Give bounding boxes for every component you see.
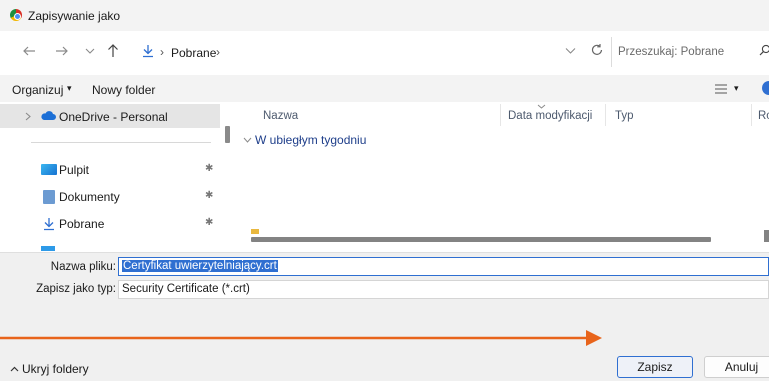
search-icon[interactable] <box>759 44 769 56</box>
organize-chevron-down-icon[interactable]: ▾ <box>67 83 72 94</box>
view-options-chevron-icon[interactable]: ▾ <box>734 83 739 94</box>
save-button[interactable]: Zapisz <box>617 356 693 378</box>
annotation-arrow <box>0 330 602 346</box>
group-collapse-chevron-icon[interactable] <box>243 137 252 143</box>
filetype-label: Zapisz jako typ: <box>36 283 116 295</box>
sort-chevron-icon <box>537 104 546 109</box>
sidebar-label-pulpit: Pulpit <box>59 163 90 177</box>
documents-icon <box>43 190 55 204</box>
partial-folder-icon <box>251 229 259 234</box>
expand-chevron-icon[interactable] <box>25 112 31 121</box>
partial-sidebar-icon <box>41 246 55 251</box>
filename-value[interactable]: Certyfikat uwierzytelniający.crt <box>122 260 278 272</box>
new-folder-button[interactable]: Nowy folder <box>92 83 155 97</box>
breadcrumb-separator-trailing[interactable]: › <box>216 45 220 59</box>
download-location-icon <box>143 45 153 58</box>
hide-folders-button[interactable]: Ukryj foldery <box>22 362 89 376</box>
horizontal-scrollbar-thumb[interactable] <box>251 237 711 242</box>
column-divider <box>605 104 606 126</box>
sidebar-item-pobrane[interactable] <box>0 211 220 235</box>
chevron-up-icon[interactable] <box>10 366 19 372</box>
sidebar-scrollbar-thumb[interactable] <box>225 126 230 143</box>
refresh-icon[interactable] <box>590 43 604 57</box>
sidebar-label-dokumenty: Dokumenty <box>59 190 120 204</box>
recent-locations-chevron-icon[interactable] <box>85 47 95 55</box>
breadcrumb-separator: › <box>160 45 164 59</box>
filename-label: Nazwa pliku: <box>50 261 116 273</box>
sidebar-item-pulpit[interactable] <box>0 157 220 181</box>
column-header-size[interactable]: Ro <box>758 110 769 122</box>
column-header-modified[interactable]: Data modyfikacji <box>508 110 592 122</box>
help-icon[interactable] <box>762 81 769 95</box>
breadcrumb-pobrane[interactable]: Pobrane <box>171 46 216 60</box>
window-title: Zapisywanie jako <box>28 9 121 23</box>
organize-menu-button[interactable]: Organizuj <box>12 83 63 97</box>
desktop-icon <box>41 164 57 175</box>
download-icon <box>44 218 54 231</box>
up-arrow-icon[interactable] <box>107 43 119 58</box>
view-options-icon[interactable] <box>715 84 727 94</box>
vertical-scrollbar-thumb[interactable] <box>764 230 769 242</box>
pin-icon: ✱ <box>205 163 214 174</box>
filetype-value[interactable]: Security Certificate (*.crt) <box>122 283 250 295</box>
sidebar-label-onedrive: OneDrive - Personal <box>59 110 168 124</box>
sidebar-label-pobrane: Pobrane <box>59 217 105 231</box>
chrome-app-icon <box>10 9 22 21</box>
address-dropdown-chevron-icon[interactable] <box>565 47 576 55</box>
column-header-type[interactable]: Typ <box>615 110 634 122</box>
sidebar-divider <box>31 142 211 143</box>
pin-icon: ✱ <box>205 217 214 228</box>
forward-arrow-icon[interactable] <box>55 45 69 57</box>
column-header-name[interactable]: Nazwa <box>263 110 298 122</box>
column-divider <box>500 104 501 126</box>
pin-icon: ✱ <box>205 190 214 201</box>
column-divider <box>751 104 752 126</box>
search-input[interactable]: Przeszukaj: Pobrane <box>618 46 724 58</box>
back-arrow-icon[interactable] <box>22 45 36 57</box>
cloud-icon <box>41 111 56 120</box>
group-header[interactable]: W ubiegłym tygodniu <box>255 133 366 147</box>
cancel-button[interactable]: Anuluj <box>704 356 769 378</box>
file-list-pane <box>233 102 769 252</box>
